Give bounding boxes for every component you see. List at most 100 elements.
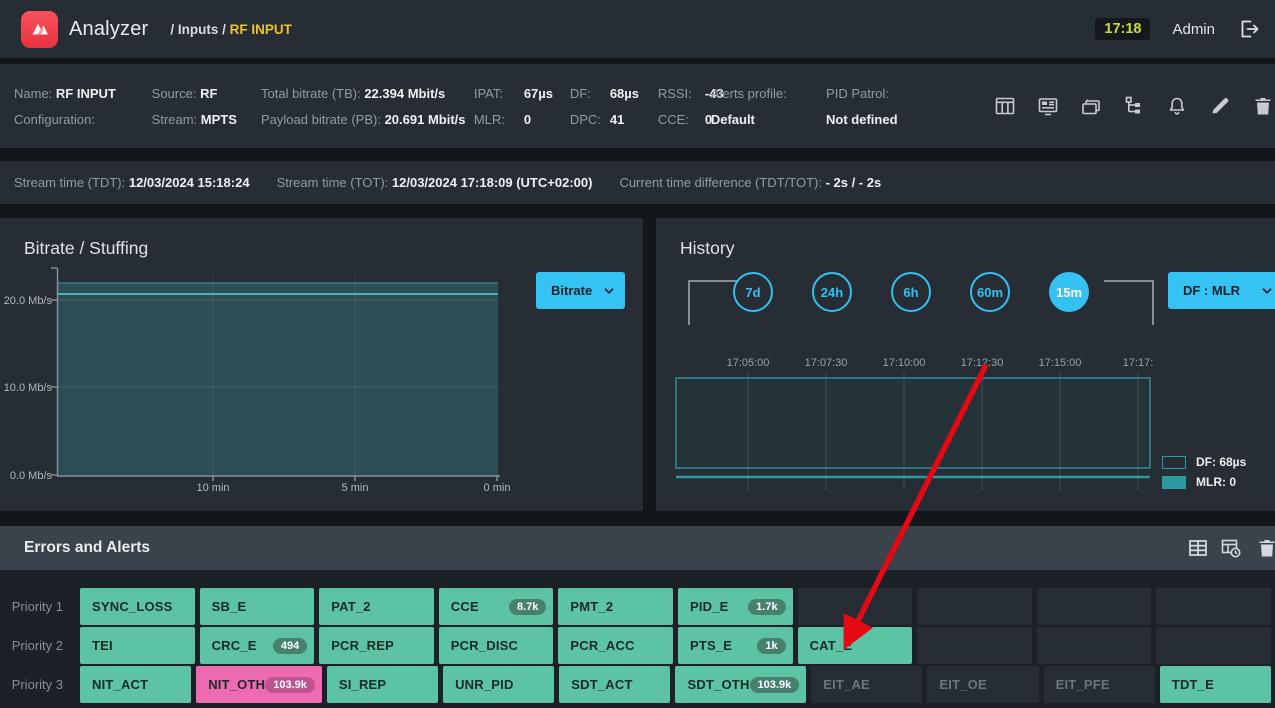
error-cell-label: CRC_E [212,638,257,653]
error-cell-label: PCR_REP [331,638,394,653]
history-x-tick: 17:12:30 [961,357,1004,369]
bitrate-mode-dropdown[interactable]: Bitrate [536,272,625,309]
error-cell-unr_pid[interactable]: UNR_PID [443,666,554,703]
error-cell-tdt_e[interactable]: TDT_E [1160,666,1271,703]
error-cell-pcr_disc[interactable]: PCR_DISC [439,627,554,664]
info-source-stream: Source: RF Stream: MPTS [152,86,261,127]
error-cell-crc_e[interactable]: CRC_E 494 [200,627,315,664]
user-menu[interactable]: Admin [1172,21,1215,38]
history-x-tick: 17:05:00 [727,357,770,369]
history-x-tick: 17:07:30 [805,357,848,369]
total-bitrate-value: 22.394 Mbit/s [364,86,445,101]
bitrate-x-tick-0min: 0 min [484,482,511,494]
error-cell-pid_e[interactable]: PID_E1.7k [678,588,793,625]
error-cell-pat_2[interactable]: PAT_2 [319,588,434,625]
metric-value: 67µs [524,86,570,101]
error-count-badge: 494 [273,638,307,654]
columns-view-icon[interactable] [993,94,1017,118]
history-panel-title: History [680,238,734,259]
range-button-6h[interactable]: 6h [891,272,931,312]
errors-toolbar [1186,536,1275,560]
configuration-label: Configuration: [14,112,95,127]
mosaic-view-icon[interactable] [1036,94,1060,118]
metrics-row-1: IPAT:67µsDF:68µsRSSI:-43 [474,86,711,101]
error-cell-eit_pfe[interactable]: EIT_PFE [1044,666,1155,703]
metric-label: DPC: [570,112,610,127]
error-cell-tei[interactable]: TEI [80,627,195,664]
error-cell-sdt_act[interactable]: SDT_ACT [559,666,670,703]
tree-view-icon[interactable] [1122,94,1146,118]
error-cell-si_rep[interactable]: SI_REP [327,666,438,703]
info-bitrates: Total bitrate (TB): 22.394 Mbit/s Payloa… [261,86,474,127]
error-cell-cce[interactable]: CCE8.7k [439,588,554,625]
tv-services-icon[interactable] [1079,94,1103,118]
error-cell-pcr_rep[interactable]: PCR_REP [319,627,434,664]
stream-time-value: 12/03/2024 15:18:24 [129,175,250,190]
error-cell-empty [1156,627,1271,664]
error-cell-label: SB_E [212,599,247,614]
error-cell-label: CCE [451,599,479,614]
range-button-60m[interactable]: 60m [970,272,1010,312]
source-value: RF [200,86,217,101]
breadcrumb-prefix: / Inputs / [170,22,229,37]
error-cell-pcr_acc[interactable]: PCR_ACC [558,627,673,664]
bitrate-panel: Bitrate / Stuffing 20.0 Mb/s 10.0 Mb/s 0… [0,218,643,511]
delete-input-icon[interactable] [1251,94,1275,118]
bitrate-dropdown-value: Bitrate [551,283,592,298]
edit-pencil-icon[interactable] [1208,94,1232,118]
bell-icon[interactable] [1165,94,1189,118]
error-cell-label: SDT_ACT [571,677,632,692]
error-cell-sb_e[interactable]: SB_E [200,588,315,625]
error-cell-eit_oe[interactable]: EIT_OE [927,666,1038,703]
payload-bitrate-label: Payload bitrate (PB): [261,112,381,127]
stream-time-bar: Stream time (TDT): 12/03/2024 15:18:24St… [0,161,1275,204]
error-cell-label: SI_REP [339,677,386,692]
history-table-icon[interactable] [1219,536,1243,560]
error-cell-sdt_oth[interactable]: SDT_OTH103.9k [675,666,806,703]
error-cell-cat_e[interactable]: CAT_E [798,627,913,664]
app-title: Analyzer [69,18,148,41]
errors-header: Errors and Alerts [0,526,1275,570]
error-cell-pts_e[interactable]: PTS_E 1k [678,627,793,664]
metrics-row-2: MLR:0DPC:41CCE:0 [474,112,711,127]
stream-time-label: Current time difference (TDT/TOT): [619,175,825,190]
error-cell-label: TEI [92,638,113,653]
error-cell-sync_loss[interactable]: SYNC_LOSS [80,588,195,625]
error-count-badge: 1k [757,638,785,654]
history-x-tick: 17:10:00 [883,357,926,369]
stream-value: MPTS [201,112,237,127]
info-alerts-profile: Alerts profile: Default [711,86,826,127]
range-button-7d[interactable]: 7d [733,272,773,312]
error-cell-label: PAT_2 [331,599,371,614]
logout-icon[interactable] [1237,17,1261,41]
error-cell-pmt_2[interactable]: PMT_2 [558,588,673,625]
bitrate-x-tick-10min: 10 min [196,482,229,494]
metric-label: MLR: [474,112,524,127]
errors-grid: Priority 1SYNC_LOSSSB_EPAT_2CCE8.7kPMT_2… [0,588,1275,703]
priority-label: Priority 2 [0,627,75,664]
range-button-24h[interactable]: 24h [812,272,852,312]
bitrate-panel-title: Bitrate / Stuffing [24,238,148,259]
grid-view-icon[interactable] [1186,536,1210,560]
error-cell-nit_oth[interactable]: NIT_OTH103.9k [196,666,322,703]
metric-value: 41 [610,112,658,127]
clear-errors-trash-icon[interactable] [1255,536,1275,560]
pid-patrol-label: PID Patrol: [826,86,889,101]
history-metric-dropdown[interactable]: DF : MLR [1168,272,1275,309]
payload-bitrate-value: 20.691 Mbit/s [385,112,466,127]
df-series-band [676,378,1150,468]
error-cell-label: SDT_OTH [687,677,749,692]
error-cell-label: PTS_E [690,638,732,653]
error-cell-nit_act[interactable]: NIT_ACT [80,666,191,703]
error-cell-label: EIT_AE [823,677,870,692]
error-count-badge: 1.7k [748,599,785,615]
error-count-badge: 103.9k [265,677,315,693]
chevron-down-icon [1260,284,1274,298]
priority-label: Priority 3 [0,666,75,703]
error-cell-eit_ae[interactable]: EIT_AE [811,666,922,703]
history-legend: DF: 68µsMLR: 0 [1162,455,1246,489]
range-button-15m[interactable]: 15m [1049,272,1089,312]
error-cell-empty [917,627,1032,664]
error-cell-label: NIT_ACT [92,677,148,692]
breadcrumb[interactable]: / Inputs / RF INPUT [170,22,292,37]
